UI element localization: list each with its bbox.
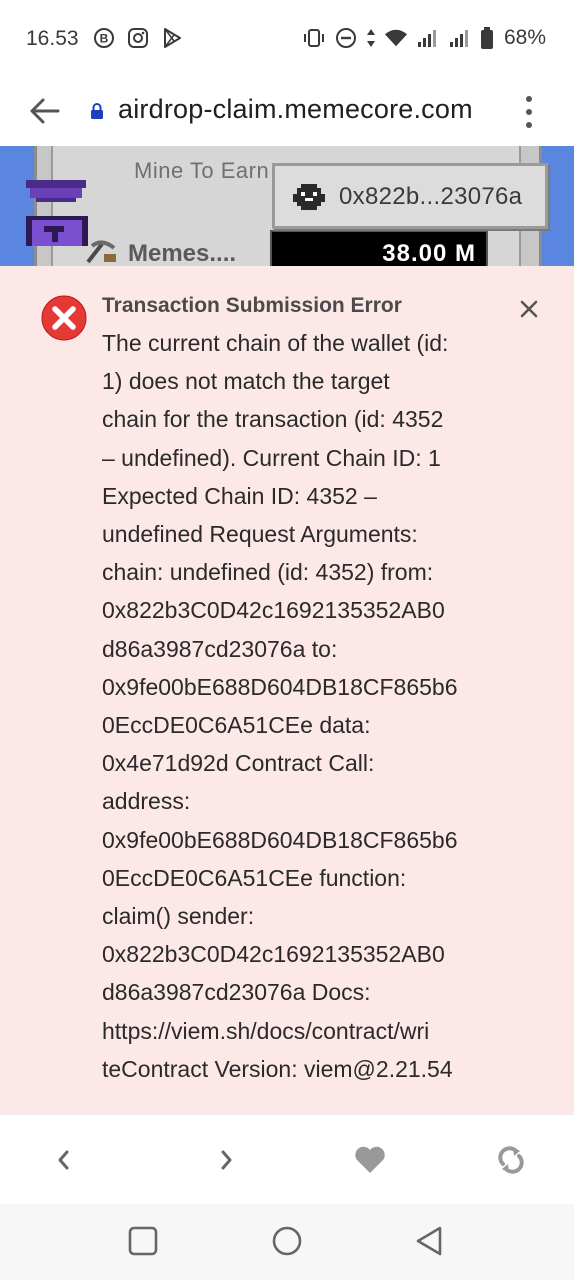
sync-icon[interactable] xyxy=(496,1145,526,1175)
back-triangle-icon[interactable] xyxy=(412,1224,446,1258)
error-line: undefined Request Arguments: xyxy=(102,521,418,548)
memes-value-box: 38.00 M xyxy=(270,230,488,266)
wallet-avatar-icon xyxy=(293,182,325,212)
signal-icon xyxy=(448,26,472,50)
error-line: The current chain of the wallet (id: xyxy=(102,330,449,356)
status-bar: 16.53 B 68% xyxy=(0,0,574,78)
error-line: https://viem.sh/docs/contract/wri xyxy=(102,1017,430,1044)
memes-row: Memes.... xyxy=(84,238,236,266)
dnd-icon xyxy=(334,26,358,50)
error-line: chain: undefined (id: 4352) from: xyxy=(102,559,434,586)
error-line: 0x9fe00bE688D604DB18CF865b6 xyxy=(102,673,458,700)
memes-label: Memes.... xyxy=(128,239,237,267)
pixel-character-icon xyxy=(22,164,92,246)
chevron-left-icon[interactable] xyxy=(48,1145,78,1175)
error-title: Transaction Submission Error xyxy=(102,294,402,317)
data-arrows-icon xyxy=(366,26,376,50)
home-circle-icon[interactable] xyxy=(270,1224,304,1258)
error-line: – undefined). Current Chain ID: 1 xyxy=(102,444,441,471)
error-line: 0x9fe00bE688D604DB18CF865b6 xyxy=(102,826,458,853)
memes-value: 38.00 M xyxy=(382,240,476,266)
error-line: address: xyxy=(102,788,191,815)
wallet-address: 0x822b...23076a xyxy=(339,183,523,210)
close-icon[interactable] xyxy=(519,299,539,319)
heart-icon[interactable] xyxy=(354,1145,386,1175)
status-system-icons: 68% xyxy=(302,26,546,50)
back-arrow-icon[interactable] xyxy=(28,96,62,126)
chevron-right-icon[interactable] xyxy=(212,1145,242,1175)
play-store-icon xyxy=(160,26,184,50)
error-icon xyxy=(40,294,88,342)
game-background: Mine To Earn Memes.... 38.00 M 0x822b...… xyxy=(0,146,574,266)
error-line: 0x4e71d92d Contract Call: xyxy=(102,750,375,777)
battery-icon xyxy=(480,26,494,50)
error-line: chain for the transaction (id: 4352 xyxy=(102,406,444,433)
error-toast: Transaction Submission Error The current… xyxy=(0,266,574,1114)
error-line: 1) does not match the target xyxy=(102,368,390,395)
wifi-icon xyxy=(384,26,408,50)
error-line: teContract Version: viem@2.21.54 xyxy=(102,1055,453,1082)
mine-to-earn-label: Mine To Earn xyxy=(134,158,270,183)
lock-icon[interactable] xyxy=(90,102,104,120)
browser-bottom-toolbar xyxy=(0,1114,574,1204)
pickaxe-icon xyxy=(84,238,120,266)
error-line: d86a3987cd23076a Docs: xyxy=(102,979,371,1006)
vibrate-icon xyxy=(302,26,326,50)
browser-url-bar: airdrop-claim.memecore.com xyxy=(0,78,574,146)
instagram-icon xyxy=(126,26,150,50)
url-field[interactable]: airdrop-claim.memecore.com xyxy=(118,94,473,125)
system-navigation-bar xyxy=(0,1204,574,1280)
error-line: d86a3987cd23076a to: xyxy=(102,635,338,662)
error-line: Expected Chain ID: 4352 – xyxy=(102,482,377,509)
wallet-button[interactable]: 0x822b...23076a xyxy=(272,163,548,229)
error-line: 0EccDE0C6A51CEe function: xyxy=(102,864,407,891)
error-line: claim() sender: xyxy=(102,903,255,930)
recents-square-icon[interactable] xyxy=(126,1224,160,1258)
status-time: 16.53 xyxy=(26,27,79,50)
error-message: The current chain of the wallet (id: 1) … xyxy=(102,324,512,1088)
error-line: 0EccDE0C6A51CEe data: xyxy=(102,712,371,739)
error-line: 0x822b3C0D42c1692135352AB0 xyxy=(102,597,445,624)
b-circle-icon: B xyxy=(92,26,116,50)
status-notification-icons: B xyxy=(92,26,184,50)
more-menu-icon[interactable] xyxy=(524,96,534,128)
battery-percent: 68% xyxy=(503,26,546,49)
svg-text:B: B xyxy=(100,32,109,46)
signal-icon xyxy=(416,26,440,50)
error-line: 0x822b3C0D42c1692135352AB0 xyxy=(102,941,445,968)
